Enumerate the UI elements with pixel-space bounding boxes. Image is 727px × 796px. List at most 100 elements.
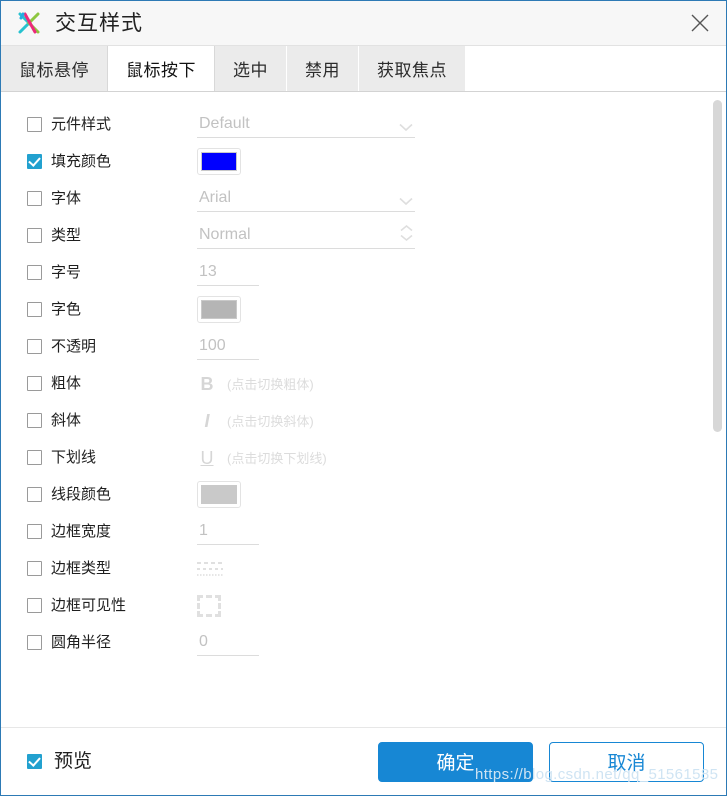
corner-radius-input[interactable]: 0 xyxy=(197,630,259,656)
row-font-family: 字体 Arial xyxy=(1,180,726,217)
control-border-visibility xyxy=(197,594,221,617)
dash-line-1 xyxy=(197,561,223,564)
control-underline: U (点击切换下划线) xyxy=(197,448,327,467)
widget-style-select[interactable]: Default xyxy=(197,112,415,138)
checkbox-box-icon xyxy=(27,302,42,317)
checkbox-border-style[interactable]: 边框类型 xyxy=(27,561,197,576)
tab-label: 选中 xyxy=(233,61,268,80)
fill-color-swatch-button[interactable] xyxy=(197,148,241,175)
row-label: 线段颜色 xyxy=(51,486,112,503)
row-label: 不透明 xyxy=(51,338,97,355)
control-opacity: 100 xyxy=(197,334,259,360)
checkbox-font-color[interactable]: 字色 xyxy=(27,302,197,317)
state-tab-bar: 鼠标悬停 鼠标按下 选中 禁用 获取焦点 xyxy=(1,46,726,92)
checkbox-line-color[interactable]: 线段颜色 xyxy=(27,487,197,502)
checkbox-box-icon xyxy=(27,598,42,613)
font-size-input[interactable]: 13 xyxy=(197,260,259,286)
row-label: 类型 xyxy=(51,227,82,244)
control-border-width: 1 xyxy=(197,519,259,545)
checkbox-box-icon xyxy=(27,228,42,243)
underline-hint: (点击切换下划线) xyxy=(227,451,327,466)
row-italic: 斜体 I (点击切换斜体) xyxy=(1,402,726,439)
bold-icon[interactable]: B xyxy=(197,375,217,393)
tab-label: 获取焦点 xyxy=(377,61,447,80)
tab-mouse-down[interactable]: 鼠标按下 xyxy=(107,46,215,91)
row-label: 字色 xyxy=(51,301,82,318)
dialog-footer: 预览 确定 取消 https://blog.csdn.net/qq_515615… xyxy=(1,727,726,795)
input-value: 13 xyxy=(199,263,217,280)
checkbox-box-icon xyxy=(27,450,42,465)
line-color-swatch-button[interactable] xyxy=(197,481,241,508)
font-color-swatch-button[interactable] xyxy=(197,296,241,323)
row-font-color: 字色 xyxy=(1,291,726,328)
vertical-scrollbar[interactable] xyxy=(710,92,724,727)
checkbox-font-size[interactable]: 字号 xyxy=(27,265,197,280)
control-font-type: Normal xyxy=(197,223,415,249)
row-bold: 粗体 B (点击切换粗体) xyxy=(1,365,726,402)
checkbox-italic[interactable]: 斜体 xyxy=(27,413,197,428)
cancel-button[interactable]: 取消 xyxy=(549,741,704,782)
spinner-arrows-icon[interactable] xyxy=(400,224,413,241)
checkbox-border-visibility[interactable]: 边框可见性 xyxy=(27,598,197,613)
row-border-style: 边框类型 xyxy=(1,550,726,587)
checkbox-bold[interactable]: 粗体 xyxy=(27,376,197,391)
control-line-color xyxy=(197,481,241,508)
input-value: 1 xyxy=(199,522,208,539)
border-visibility-icon[interactable] xyxy=(197,594,221,617)
input-value: 100 xyxy=(199,337,226,354)
scrollbar-thumb[interactable] xyxy=(713,100,722,432)
tab-disabled[interactable]: 禁用 xyxy=(287,46,359,91)
tab-mouse-hover[interactable]: 鼠标悬停 xyxy=(1,46,108,91)
ok-button[interactable]: 确定 xyxy=(378,741,533,782)
dash-line-3 xyxy=(197,573,223,576)
row-line-color: 线段颜色 xyxy=(1,476,726,513)
checkbox-preview[interactable]: 预览 xyxy=(27,752,92,771)
dash-line-2 xyxy=(197,567,223,570)
row-label: 字号 xyxy=(51,264,82,281)
property-list-area: 元件样式 Default 填充颜色 字体 Arial 类型 Normal 字号 … xyxy=(1,92,726,727)
checkbox-corner-radius[interactable]: 圆角半径 xyxy=(27,635,197,650)
checkbox-font-type[interactable]: 类型 xyxy=(27,228,197,243)
chevron-down-icon xyxy=(399,193,413,211)
control-widget-style: Default xyxy=(197,112,415,138)
checkbox-box-icon xyxy=(27,191,42,206)
opacity-input[interactable]: 100 xyxy=(197,334,259,360)
checkbox-box-icon xyxy=(27,487,42,502)
row-label: 字体 xyxy=(51,190,82,207)
control-fill-color xyxy=(197,148,241,175)
title-bar: 交互样式 xyxy=(1,1,726,46)
checkbox-opacity[interactable]: 不透明 xyxy=(27,339,197,354)
color-chip xyxy=(201,152,237,171)
italic-hint: (点击切换斜体) xyxy=(227,414,314,429)
row-label: 下划线 xyxy=(51,449,97,466)
line-style-icon[interactable] xyxy=(197,556,227,582)
tab-label: 禁用 xyxy=(305,61,340,80)
checkbox-underline[interactable]: 下划线 xyxy=(27,450,197,465)
control-bold: B (点击切换粗体) xyxy=(197,374,314,393)
font-type-spinner[interactable]: Normal xyxy=(197,223,415,249)
control-corner-radius: 0 xyxy=(197,630,259,656)
checkbox-border-width[interactable]: 边框宽度 xyxy=(27,524,197,539)
checkbox-box-icon xyxy=(27,376,42,391)
checkbox-box-icon xyxy=(27,413,42,428)
checkbox-fill-color[interactable]: 填充颜色 xyxy=(27,154,197,169)
close-icon[interactable] xyxy=(684,7,716,39)
tab-selected[interactable]: 选中 xyxy=(215,46,287,91)
checkbox-font-family[interactable]: 字体 xyxy=(27,191,197,206)
chevron-down-icon xyxy=(399,119,413,137)
row-underline: 下划线 U (点击切换下划线) xyxy=(1,439,726,476)
select-value: Arial xyxy=(199,189,232,206)
font-family-select[interactable]: Arial xyxy=(197,186,415,212)
tab-focused[interactable]: 获取焦点 xyxy=(359,46,466,91)
spinner-value: Normal xyxy=(199,226,251,243)
row-font-size: 字号 13 xyxy=(1,254,726,291)
tab-label: 鼠标悬停 xyxy=(19,61,89,80)
italic-icon[interactable]: I xyxy=(197,412,217,430)
underline-icon[interactable]: U xyxy=(197,449,217,467)
checkbox-widget-style[interactable]: 元件样式 xyxy=(27,117,197,132)
page-title: 交互样式 xyxy=(55,11,143,35)
checkbox-box-icon xyxy=(27,339,42,354)
control-border-style xyxy=(197,556,227,582)
row-border-width: 边框宽度 1 xyxy=(1,513,726,550)
border-width-input[interactable]: 1 xyxy=(197,519,259,545)
